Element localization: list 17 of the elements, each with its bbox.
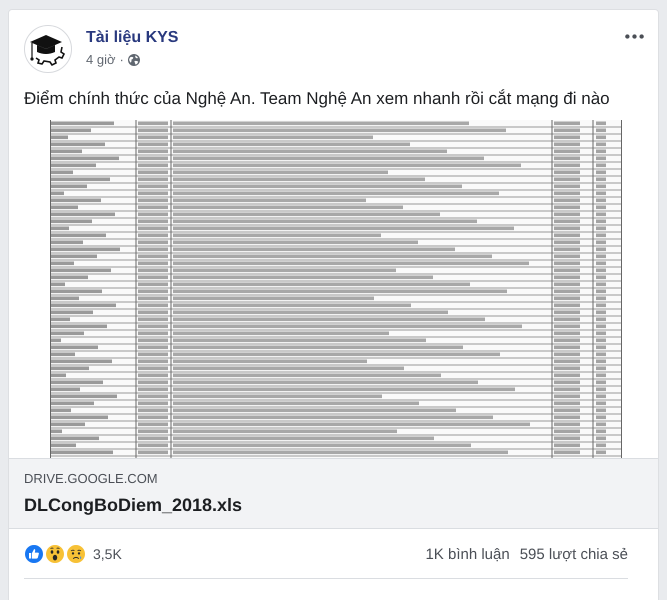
post-text: Điểm chính thức của Nghệ An. Team Nghệ An xem nhanh rồi cắt mạng đi nào bbox=[24, 88, 611, 110]
spreadsheet-image-drawing[interactable] bbox=[50, 120, 622, 458]
graduation-cap-avatar-icon[interactable] bbox=[24, 25, 72, 73]
globe-icon[interactable] bbox=[128, 54, 140, 66]
post-time[interactable]: 4 giờ bbox=[86, 52, 116, 68]
like-reaction-icon[interactable] bbox=[24, 544, 44, 564]
more-options-icon[interactable] bbox=[625, 34, 644, 39]
share-count-link[interactable]: 595 lượt chia sẻ bbox=[520, 546, 628, 562]
link-preview-panel[interactable]: DRIVE.GOOGLE.COM DLCongBoDiem_2018.xls bbox=[9, 458, 658, 529]
link-title[interactable]: DLCongBoDiem_2018.xls bbox=[24, 493, 643, 517]
sad-face-icon[interactable] bbox=[66, 544, 86, 564]
reaction-count[interactable]: 3,5K bbox=[93, 546, 122, 562]
link-domain: DRIVE.GOOGLE.COM bbox=[24, 471, 159, 487]
separator-dot: · bbox=[120, 52, 124, 68]
surprised-face-icon[interactable] bbox=[45, 544, 65, 564]
author-name[interactable]: Tài liệu KYS bbox=[86, 28, 625, 48]
comment-count-link[interactable]: 1K bình luận bbox=[425, 546, 510, 562]
